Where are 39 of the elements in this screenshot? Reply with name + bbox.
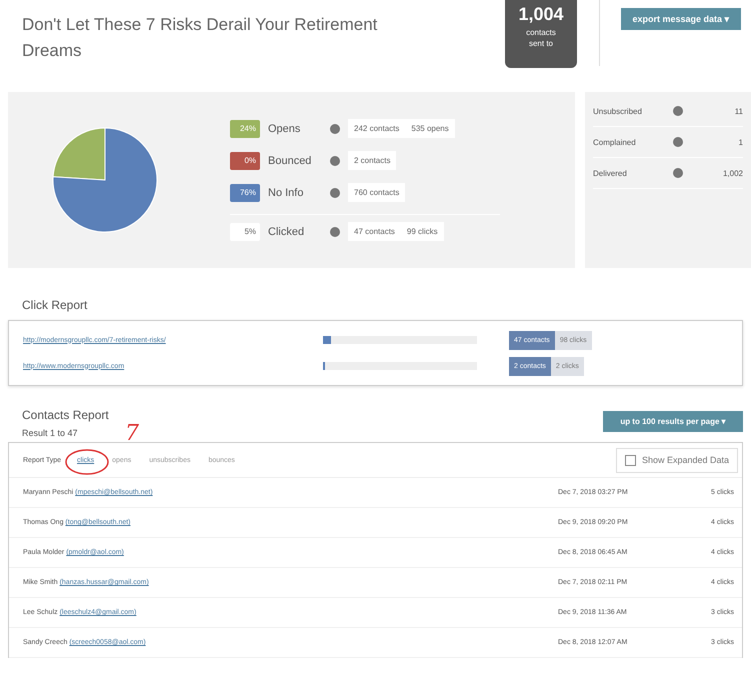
percent-badge: 76% bbox=[230, 184, 260, 202]
count-chip: 2 contacts bbox=[348, 151, 396, 170]
annotation-circle bbox=[63, 447, 111, 477]
help-icon[interactable] bbox=[673, 106, 683, 116]
count-chip: 47 contacts bbox=[348, 222, 401, 241]
checkbox[interactable] bbox=[624, 454, 636, 466]
summary-value: 1,002 bbox=[722, 168, 743, 178]
percent-badge: 24% bbox=[230, 120, 260, 138]
expanded-data-toggle[interactable]: Show Expanded Data bbox=[616, 448, 738, 472]
stat-label: No Info bbox=[268, 186, 304, 198]
summary-label: Complained bbox=[593, 138, 637, 146]
summary-value: 1 bbox=[738, 138, 743, 146]
summary-label: Unsubscribed bbox=[593, 106, 643, 116]
summary-label: Delivered bbox=[593, 168, 628, 178]
stat-label: Opens bbox=[268, 122, 302, 134]
section-title: Contacts Report bbox=[22, 408, 109, 422]
annotation-mark: 7 bbox=[125, 421, 139, 446]
export-button[interactable]: export message data ▾ bbox=[621, 8, 741, 30]
percent-badge: 5% bbox=[230, 222, 260, 240]
count-chip: 760 contacts bbox=[348, 183, 406, 202]
sent-count: 1,004 bbox=[518, 4, 564, 25]
percent-badge: 0% bbox=[230, 152, 260, 170]
sent-label: contacts sent to bbox=[525, 27, 557, 49]
help-icon[interactable] bbox=[330, 188, 340, 198]
result-range: Result 1 to 47 bbox=[22, 428, 79, 438]
help-icon[interactable] bbox=[673, 137, 683, 147]
summary-value: 11 bbox=[734, 106, 743, 116]
per-page-button[interactable]: up to 100 results per page ▾ bbox=[603, 411, 743, 432]
count-chip: 99 clicks bbox=[400, 222, 444, 241]
help-icon[interactable] bbox=[330, 124, 340, 134]
help-icon[interactable] bbox=[330, 156, 340, 166]
stat-label: Bounced bbox=[268, 154, 312, 166]
campaign-title: Don't Let These 7 Risks Derail Your Retirement Dreams bbox=[22, 14, 378, 62]
count-chip: 535 opens bbox=[405, 119, 455, 138]
help-icon[interactable] bbox=[330, 226, 340, 236]
count-chip: 242 contacts bbox=[348, 119, 406, 138]
section-title: Click Report bbox=[22, 298, 88, 312]
help-icon[interactable] bbox=[673, 168, 683, 178]
stat-label: Clicked bbox=[268, 226, 306, 238]
